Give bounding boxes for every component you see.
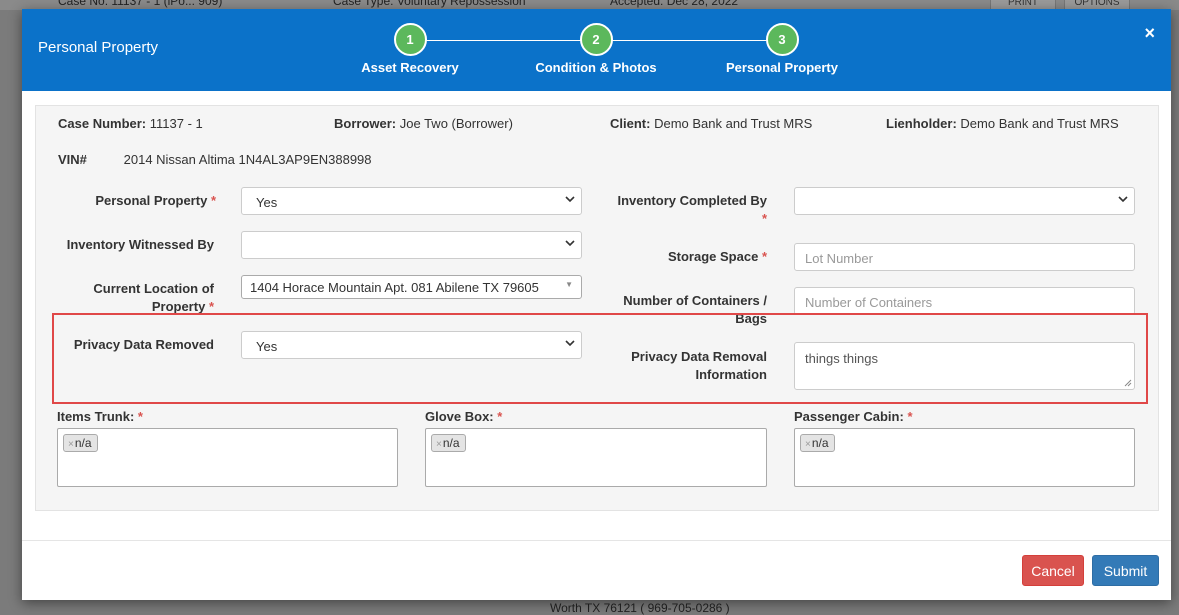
step-number: 3 bbox=[765, 23, 799, 56]
step-asset-recovery[interactable]: 1 Asset Recovery bbox=[330, 23, 490, 75]
lienholder-label: Lienholder: bbox=[886, 116, 957, 131]
triangle-down-icon: ▼ bbox=[565, 280, 573, 289]
modal-title: Personal Property bbox=[38, 39, 159, 56]
personal-property-select[interactable]: Yes bbox=[241, 187, 582, 215]
inventory-completed-label: Inventory Completed By * bbox=[617, 193, 767, 226]
borrower-label: Borrower: bbox=[334, 116, 397, 131]
modal-header: Personal Property 1 Asset Recovery 2 Con… bbox=[22, 9, 1171, 91]
client-label: Client: bbox=[610, 116, 651, 131]
lienholder-info: Lienholder: Demo Bank and Trust MRS bbox=[886, 116, 1119, 131]
current-location-select[interactable]: 1404 Horace Mountain Apt. 081 Abilene TX… bbox=[241, 275, 582, 299]
cancel-button[interactable]: Cancel bbox=[1022, 555, 1084, 586]
chevron-down-icon bbox=[565, 196, 575, 203]
client-info: Client: Demo Bank and Trust MRS bbox=[610, 116, 812, 131]
remove-tag-icon[interactable]: × bbox=[805, 439, 811, 450]
chevron-down-icon bbox=[1118, 196, 1128, 203]
vin-value: 2014 Nissan Altima 1N4AL3AP9EN388998 bbox=[123, 152, 372, 167]
inventory-witnessed-label: Inventory Witnessed By bbox=[66, 237, 214, 252]
close-icon[interactable]: × bbox=[1144, 23, 1155, 44]
remove-tag-icon[interactable]: × bbox=[68, 439, 74, 450]
vin-label: VIN# bbox=[58, 152, 87, 167]
remove-tag-icon[interactable]: × bbox=[436, 439, 442, 450]
step-personal-property[interactable]: 3 Personal Property bbox=[702, 23, 862, 75]
borrower-info: Borrower: Joe Two (Borrower) bbox=[334, 116, 513, 131]
step-condition-photos[interactable]: 2 Condition & Photos bbox=[516, 23, 676, 75]
step-label: Asset Recovery bbox=[361, 60, 459, 75]
bg-case-type: Case Type: Voluntary Repossession bbox=[333, 0, 526, 8]
client-value: Demo Bank and Trust MRS bbox=[654, 116, 813, 131]
lienholder-value: Demo Bank and Trust MRS bbox=[960, 116, 1119, 131]
containers-input[interactable]: Number of Containers bbox=[794, 287, 1135, 315]
step-label: Condition & Photos bbox=[535, 60, 657, 75]
items-trunk-field[interactable]: ×n/a bbox=[57, 428, 398, 487]
form-panel: Case Number: 11137 - 1 Borrower: Joe Two… bbox=[35, 105, 1159, 511]
tag-chip: ×n/a bbox=[63, 434, 98, 452]
privacy-highlight-box bbox=[52, 313, 1148, 404]
inventory-witnessed-select[interactable] bbox=[241, 231, 582, 259]
tag-chip: ×n/a bbox=[431, 434, 466, 452]
step-number: 1 bbox=[393, 23, 427, 56]
case-number-info: Case Number: 11137 - 1 bbox=[58, 116, 203, 131]
modal-footer-divider bbox=[22, 540, 1171, 541]
step-number: 2 bbox=[579, 23, 613, 56]
tag-chip: ×n/a bbox=[800, 434, 835, 452]
chevron-down-icon bbox=[565, 240, 575, 247]
storage-space-label: Storage Space * bbox=[667, 249, 767, 264]
bg-case-no: Case No: 11137 - 1 (iPo... 909) bbox=[58, 0, 223, 8]
personal-property-label: Personal Property * bbox=[95, 193, 216, 208]
case-number-value: 11137 - 1 bbox=[149, 116, 203, 131]
case-number-label: Case Number: bbox=[58, 116, 147, 131]
bg-bottom-text: Worth TX 76121 ( 969-705-0286 ) bbox=[550, 601, 730, 615]
passenger-cabin-field[interactable]: ×n/a bbox=[794, 428, 1135, 487]
borrower-value: Joe Two (Borrower) bbox=[399, 116, 513, 131]
passenger-cabin-label: Passenger Cabin: * bbox=[794, 409, 913, 424]
step-label: Personal Property bbox=[726, 60, 838, 75]
storage-space-input[interactable]: Lot Number bbox=[794, 243, 1135, 271]
submit-button[interactable]: Submit bbox=[1092, 555, 1159, 586]
glove-box-label: Glove Box: * bbox=[425, 409, 503, 424]
personal-property-modal: Personal Property 1 Asset Recovery 2 Con… bbox=[22, 9, 1171, 600]
bg-accepted: Accepted: Dec 28, 2022 bbox=[610, 0, 739, 8]
items-trunk-label: Items Trunk: * bbox=[57, 409, 143, 424]
vin-info: VIN# 2014 Nissan Altima 1N4AL3AP9EN38899… bbox=[58, 152, 372, 167]
glove-box-field[interactable]: ×n/a bbox=[425, 428, 767, 487]
inventory-completed-select[interactable] bbox=[794, 187, 1135, 215]
current-location-label: Current Location of Property * bbox=[93, 281, 214, 314]
